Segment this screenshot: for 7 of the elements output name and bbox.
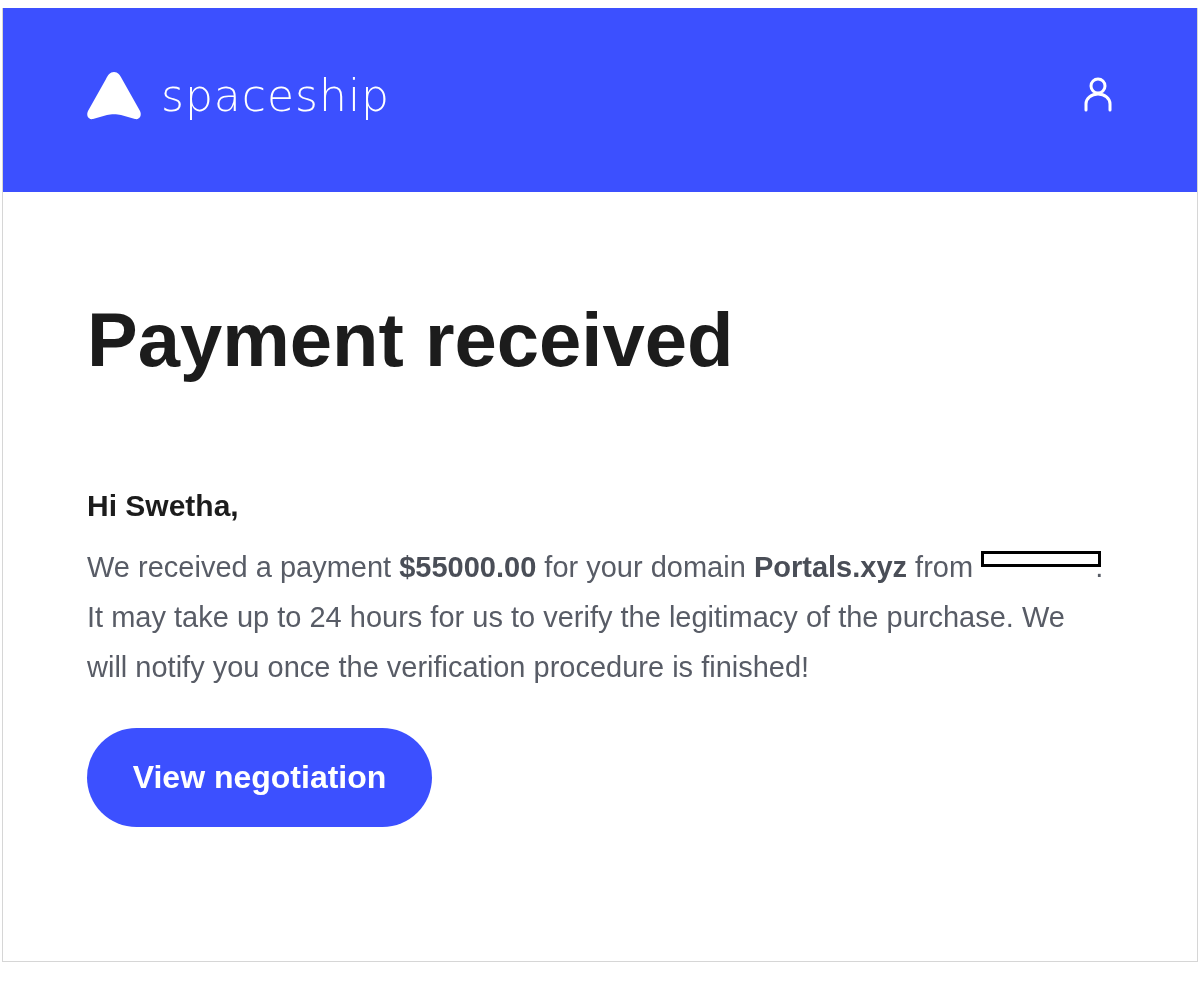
logo-icon xyxy=(85,69,143,121)
message-paragraph: We received a payment $55000.00 for your domain Portals.xyz from . It may take up to 24 hours for us to verify the legitimacy of the purchase. We will notify you once the verification procedure is finished! xyxy=(87,550,1105,685)
page-title: Payment received xyxy=(87,296,735,384)
view-negotiation-button[interactable]: View negotiation xyxy=(87,728,432,827)
user-icon[interactable] xyxy=(1083,76,1113,112)
greeting: Hi Swetha, xyxy=(87,488,240,524)
logo-text: spaceship xyxy=(161,69,391,121)
